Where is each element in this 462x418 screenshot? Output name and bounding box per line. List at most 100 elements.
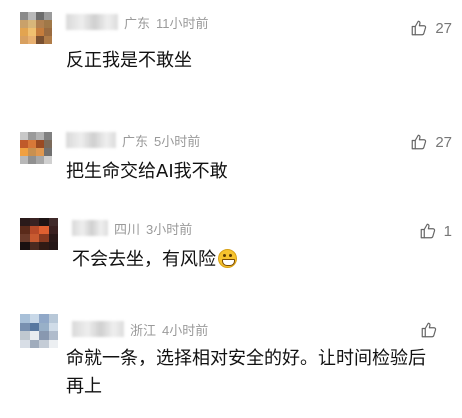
avatar-pixel xyxy=(20,314,30,323)
thumbs-up-icon xyxy=(421,322,437,338)
avatar-pixel xyxy=(48,322,58,331)
comment-text-line-1: 命就一条，选择相对安全的好。让时间检验后 xyxy=(66,348,426,369)
avatar-pixel xyxy=(20,242,30,250)
avatar-pixel xyxy=(29,242,39,250)
like-button[interactable] xyxy=(420,320,452,340)
comment-meta: 广东 11小时前 xyxy=(66,13,209,31)
avatar-pixel xyxy=(28,132,36,140)
avatar-pixel xyxy=(20,331,30,340)
avatar-pixel xyxy=(28,148,36,156)
avatar-pixel xyxy=(28,140,36,148)
location-label: 浙江 xyxy=(130,322,157,338)
avatar-pixel xyxy=(29,339,39,348)
avatar-pixel xyxy=(20,339,30,348)
comment-item: 四川 3小时前 1 不会去坐，有风险 xyxy=(0,218,462,278)
avatar-pixel xyxy=(44,140,52,148)
avatar-pixel xyxy=(20,36,28,44)
time-label: 5小时前 xyxy=(154,133,201,149)
avatar-pixel xyxy=(28,156,36,164)
avatar-pixel xyxy=(20,226,30,234)
like-button[interactable]: 27 xyxy=(410,18,452,38)
avatar-pixel xyxy=(48,314,58,323)
location-label: 广东 xyxy=(124,15,151,31)
like-count: 1 xyxy=(443,222,452,240)
avatar-pixel xyxy=(28,12,36,20)
avatar-pixel xyxy=(20,218,30,226)
avatar-pixel xyxy=(36,140,44,148)
comment-meta: 四川 3小时前 xyxy=(72,219,192,237)
username-blurred[interactable] xyxy=(66,14,118,30)
username-blurred[interactable] xyxy=(66,132,116,148)
avatar-pixel xyxy=(44,28,52,36)
avatar-pixel xyxy=(44,156,52,164)
avatar-pixel xyxy=(39,314,49,323)
avatar-pixel xyxy=(28,20,36,28)
avatar-pixel xyxy=(48,242,58,250)
avatar-pixel xyxy=(20,28,28,36)
avatar[interactable] xyxy=(20,12,52,44)
comment-item: 浙江 4小时前 命就一条，选择相对安全的好。让时间检验后 再上 xyxy=(0,314,462,404)
comment-text: 不会去坐，有风险 xyxy=(72,249,216,270)
time-label: 11小时前 xyxy=(156,15,209,31)
avatar-pixel xyxy=(28,28,36,36)
avatar-pixel xyxy=(20,20,28,28)
avatar-pixel xyxy=(36,36,44,44)
avatar-pixel xyxy=(39,218,49,226)
comment-item: 广东 5小时前 27 把生命交给AI我不敢 xyxy=(0,130,462,190)
avatar-pixel xyxy=(48,331,58,340)
comment-text: 把生命交给AI我不敢 xyxy=(66,161,228,182)
avatar-pixel xyxy=(36,156,44,164)
avatar-pixel xyxy=(28,36,36,44)
avatar-pixel xyxy=(39,234,49,242)
avatar-pixel xyxy=(48,218,58,226)
avatar-pixel xyxy=(44,12,52,20)
comment-meta: 广东 5小时前 xyxy=(66,131,200,149)
avatar-pixel xyxy=(29,331,39,340)
time-label: 4小时前 xyxy=(162,322,209,338)
avatar-pixel xyxy=(20,234,30,242)
comment-text-wrap: 不会去坐，有风险 xyxy=(72,247,237,273)
avatar-pixel xyxy=(20,148,28,156)
username-blurred[interactable] xyxy=(72,220,108,236)
location-label: 广东 xyxy=(122,133,149,149)
avatar[interactable] xyxy=(20,132,52,164)
comment-meta: 浙江 4小时前 xyxy=(72,320,208,338)
avatar-pixel xyxy=(48,339,58,348)
avatar[interactable] xyxy=(20,218,58,250)
avatar[interactable] xyxy=(20,314,58,348)
thumbs-up-icon xyxy=(411,20,427,36)
avatar-pixel xyxy=(36,28,44,36)
username-blurred[interactable] xyxy=(72,321,124,337)
avatar-pixel xyxy=(44,36,52,44)
avatar-pixel xyxy=(44,132,52,140)
avatar-pixel xyxy=(29,226,39,234)
avatar-pixel xyxy=(20,322,30,331)
avatar-pixel xyxy=(36,148,44,156)
time-label: 3小时前 xyxy=(146,221,193,237)
comment-text: 反正我是不敢坐 xyxy=(66,50,192,71)
grinning-emoji-icon xyxy=(218,249,237,268)
like-button[interactable]: 27 xyxy=(410,132,452,152)
avatar-pixel xyxy=(20,132,28,140)
avatar-pixel xyxy=(20,140,28,148)
avatar-pixel xyxy=(29,314,39,323)
comment-item: 广东 11小时前 27 反正我是不敢坐 xyxy=(0,12,462,72)
avatar-pixel xyxy=(29,322,39,331)
avatar-pixel xyxy=(36,132,44,140)
avatar-pixel xyxy=(39,331,49,340)
thumbs-up-icon xyxy=(411,134,427,150)
like-button[interactable]: 1 xyxy=(419,221,452,241)
comment-text-line-2: 再上 xyxy=(66,376,102,397)
avatar-pixel xyxy=(36,20,44,28)
avatar-pixel xyxy=(39,226,49,234)
thumbs-up-icon xyxy=(420,223,435,239)
avatar-pixel xyxy=(36,12,44,20)
avatar-pixel xyxy=(48,226,58,234)
avatar-pixel xyxy=(44,148,52,156)
avatar-pixel xyxy=(44,20,52,28)
like-count: 27 xyxy=(435,133,452,151)
location-label: 四川 xyxy=(114,221,141,237)
avatar-pixel xyxy=(39,322,49,331)
avatar-pixel xyxy=(29,234,39,242)
avatar-pixel xyxy=(39,339,49,348)
